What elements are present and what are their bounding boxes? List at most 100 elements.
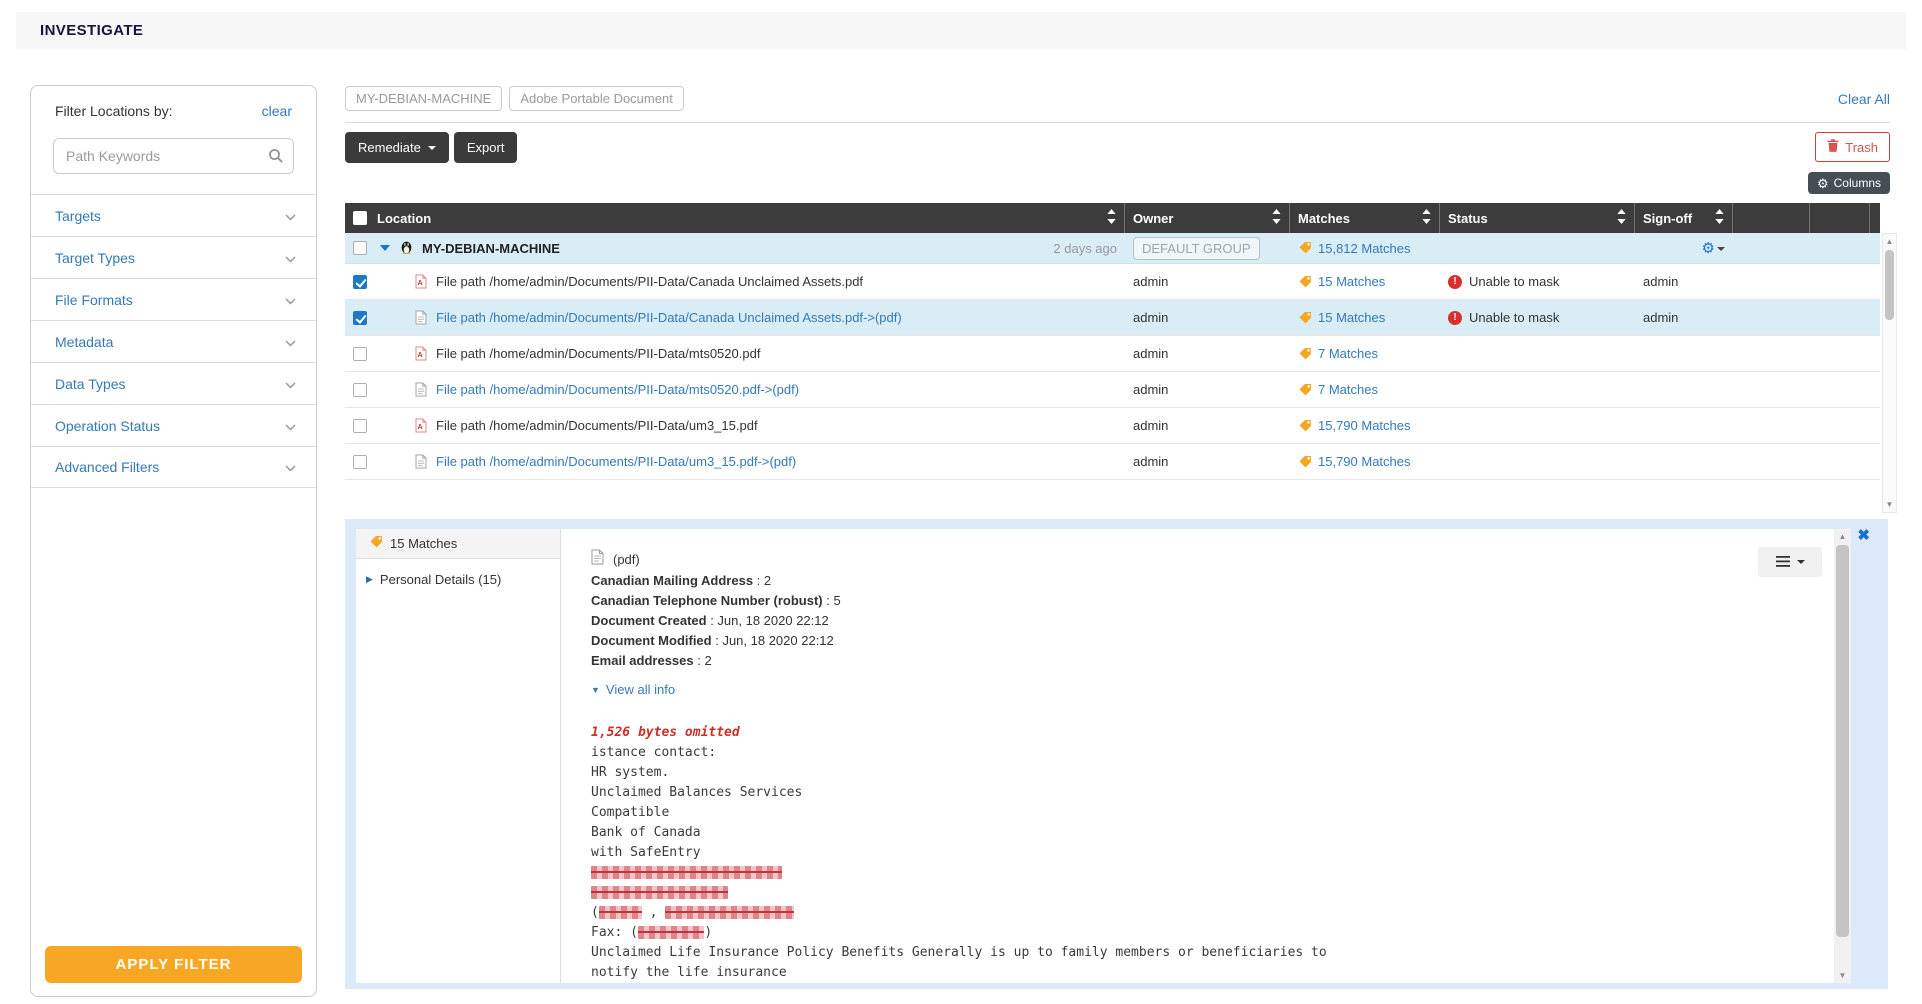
table-body: AFile path /home/admin/Documents/PII-Dat…: [345, 264, 1880, 480]
table-row[interactable]: AFile path /home/admin/Documents/PII-Dat…: [345, 336, 1880, 372]
info-label: Email addresses: [591, 653, 694, 668]
file-info-block: (pdf) Canadian Mailing Address : 2Canadi…: [591, 549, 1834, 700]
sort-icon[interactable]: [1107, 209, 1116, 227]
matches-link[interactable]: 7 Matches: [1318, 346, 1378, 361]
scroll-up-icon[interactable]: ▲: [1883, 237, 1896, 246]
table-row[interactable]: File path /home/admin/Documents/PII-Data…: [345, 300, 1880, 336]
export-button[interactable]: Export: [454, 132, 518, 163]
table-tools: Trash ⚙ Columns: [1808, 132, 1890, 194]
location-cell: File path /home/admin/Documents/PII-Data…: [345, 300, 1125, 335]
owner-cell: admin: [1125, 264, 1290, 299]
path-keywords-input[interactable]: [53, 138, 294, 174]
sidebar-item-advanced-filters[interactable]: Advanced Filters: [31, 446, 316, 488]
sidebar-item-target-types[interactable]: Target Types: [31, 236, 316, 278]
sort-icon[interactable]: [1617, 209, 1626, 227]
select-all-checkbox[interactable]: [353, 211, 367, 225]
owner-cell: admin: [1125, 372, 1290, 407]
group-matches-link[interactable]: 15,812 Matches: [1318, 241, 1411, 256]
row-checkbox[interactable]: [353, 455, 367, 469]
sidebar-item-file-formats[interactable]: File Formats: [31, 278, 316, 320]
location-cell: AFile path /home/admin/Documents/PII-Dat…: [345, 336, 1125, 371]
matches-link[interactable]: 15,790 Matches: [1318, 454, 1411, 469]
row-checkbox[interactable]: [353, 419, 367, 433]
column-header-location[interactable]: Location: [345, 203, 1125, 233]
signoff-cell: [1635, 444, 1733, 479]
file-path-link[interactable]: File path /home/admin/Documents/PII-Data…: [436, 310, 902, 325]
filter-sections: TargetsTarget Types File Formats Metadata D…: [31, 194, 316, 488]
detail-scroll-thumb[interactable]: [1836, 545, 1849, 937]
redacted-text: [591, 866, 782, 879]
match-detail-content: (pdf) Canadian Mailing Address : 2Canadi…: [561, 529, 1834, 983]
row-checkbox[interactable]: [353, 383, 367, 397]
status-cell: !Unable to mask: [1440, 300, 1635, 335]
group-extra-cell-1: [1733, 233, 1810, 263]
bulk-actions: Remediate Export: [345, 132, 517, 163]
matches-link[interactable]: 7 Matches: [1318, 382, 1378, 397]
filter-chip[interactable]: Adobe Portable Document: [509, 86, 683, 111]
sidebar-item-operation-status[interactable]: Operation Status: [31, 404, 316, 446]
redacted-text: [591, 886, 728, 899]
file-path-link[interactable]: File path /home/admin/Documents/PII-Data…: [436, 454, 796, 469]
sidebar-item-label: File Formats: [55, 292, 133, 308]
column-header-sign-off[interactable]: Sign-off: [1635, 203, 1733, 233]
table-scroll-thumb[interactable]: [1885, 250, 1894, 320]
collapse-caret-icon[interactable]: [380, 245, 390, 251]
info-label: Document Created: [591, 613, 707, 628]
signoff-cell: admin: [1635, 264, 1733, 299]
matches-link[interactable]: 15,790 Matches: [1318, 418, 1411, 433]
sidebar-item-label: Data Types: [55, 376, 126, 392]
sort-icon[interactable]: [1715, 209, 1724, 227]
info-label: Document Modified: [591, 633, 712, 648]
row-checkbox[interactable]: [353, 347, 367, 361]
sidebar-item-data-types[interactable]: Data Types: [31, 362, 316, 404]
group-signoff-cell: ⚙: [1635, 233, 1733, 263]
table-row[interactable]: AFile path /home/admin/Documents/PII-Dat…: [345, 264, 1880, 300]
page-title: INVESTIGATE: [40, 22, 143, 39]
table-row[interactable]: File path /home/admin/Documents/PII-Data…: [345, 372, 1880, 408]
tree-item-personal-details[interactable]: ▶ Personal Details (15): [356, 559, 560, 587]
column-header-status[interactable]: Status: [1440, 203, 1635, 233]
remediate-button[interactable]: Remediate: [345, 132, 449, 163]
preview-options-button[interactable]: [1758, 547, 1822, 577]
filter-chip[interactable]: MY-DEBIAN-MACHINE: [345, 86, 502, 111]
linux-tux-icon: [399, 239, 414, 258]
scroll-down-icon[interactable]: ▼: [1883, 500, 1896, 509]
sort-icon[interactable]: [1272, 209, 1281, 227]
row-settings-gear-icon[interactable]: ⚙: [1702, 241, 1725, 256]
group-status-cell: [1440, 233, 1635, 263]
filter-panel-title: Filter Locations by:: [55, 103, 173, 119]
group-checkbox[interactable]: [353, 241, 367, 255]
expand-right-icon[interactable]: ▶: [366, 574, 373, 585]
preview-lines: istance contact:HR system.Unclaimed Bala…: [591, 743, 1834, 983]
scroll-up-icon[interactable]: ▲: [1834, 532, 1851, 541]
table-row[interactable]: AFile path /home/admin/Documents/PII-Dat…: [345, 408, 1880, 444]
match-detail-panel: 15 Matches ▶ Personal Details (15) (pd: [356, 529, 1851, 983]
columns-button[interactable]: ⚙ Columns: [1808, 172, 1890, 194]
column-header-owner[interactable]: Owner: [1125, 203, 1290, 233]
row-checkbox[interactable]: [353, 275, 367, 289]
target-group-row[interactable]: MY-DEBIAN-MACHINE 2 days ago DEFAULT GRO…: [345, 233, 1880, 264]
group-badge: DEFAULT GROUP: [1133, 237, 1260, 260]
trash-button[interactable]: Trash: [1815, 132, 1890, 162]
clear-all-link[interactable]: Clear All: [1838, 91, 1890, 107]
owner-cell: admin: [1125, 336, 1290, 371]
column-header-matches[interactable]: Matches: [1290, 203, 1440, 233]
clear-filters-link[interactable]: clear: [262, 103, 292, 119]
file-path-link[interactable]: File path /home/admin/Documents/PII-Data…: [436, 382, 799, 397]
sort-icon[interactable]: [1422, 209, 1431, 227]
table-row[interactable]: File path /home/admin/Documents/PII-Data…: [345, 444, 1880, 480]
scroll-down-icon[interactable]: ▼: [1834, 971, 1851, 980]
matches-link[interactable]: 15 Matches: [1318, 274, 1385, 289]
sidebar-item-metadata[interactable]: Metadata: [31, 320, 316, 362]
owner-cell: admin: [1125, 408, 1290, 443]
sidebar-item-targets[interactable]: Targets: [31, 194, 316, 236]
column-header-content: Matches: [1298, 211, 1350, 226]
detail-scrollbar[interactable]: ▲ ▼: [1834, 529, 1851, 983]
view-all-info-toggle[interactable]: ▼ View all info: [591, 680, 1834, 700]
matches-link[interactable]: 15 Matches: [1318, 310, 1385, 325]
redacted-text: [599, 906, 642, 919]
table-scrollbar[interactable]: ▲ ▼: [1882, 233, 1897, 513]
close-icon[interactable]: ✖: [1857, 526, 1870, 544]
row-checkbox[interactable]: [353, 311, 367, 325]
apply-filter-button[interactable]: APPLY FILTER: [45, 946, 302, 983]
